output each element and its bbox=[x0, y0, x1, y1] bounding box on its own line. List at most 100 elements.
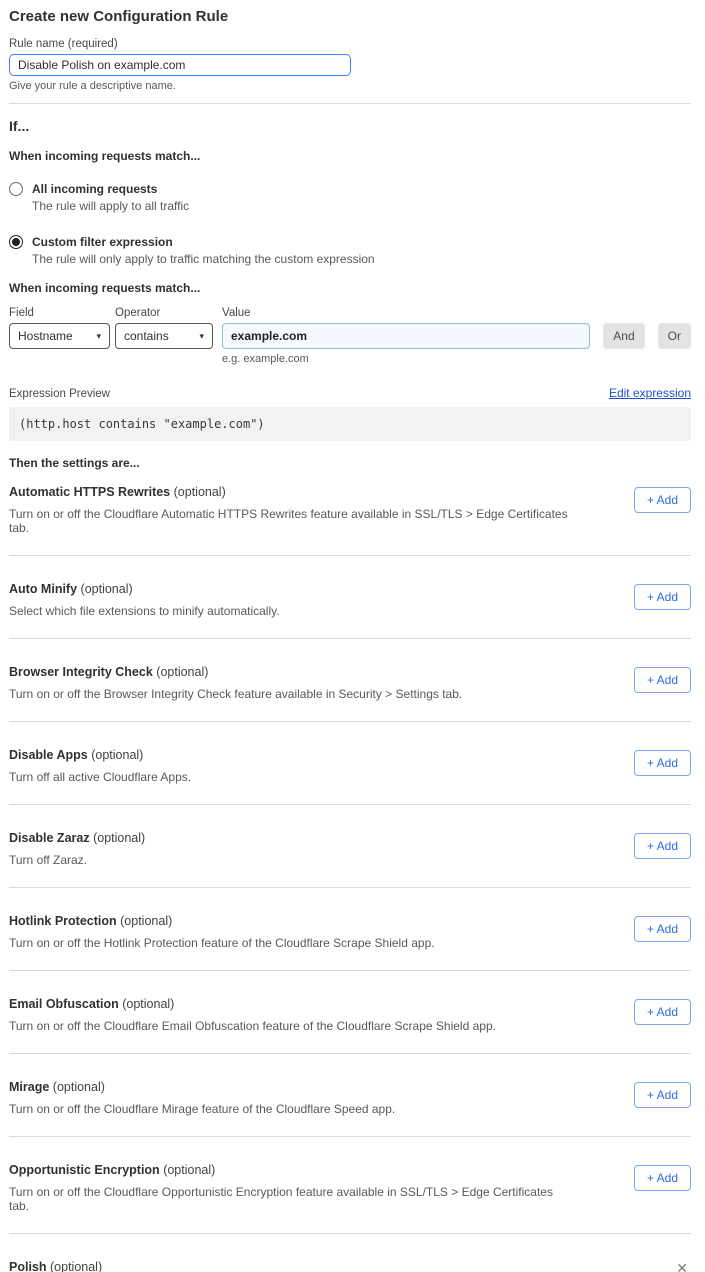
setting-title: Email Obfuscation (optional) bbox=[9, 997, 496, 1011]
setting-row: Email Obfuscation (optional) Turn on or … bbox=[9, 971, 691, 1053]
expression-preview-header: Expression Preview Edit expression bbox=[9, 386, 691, 400]
radio-option-custom-filter-expression[interactable]: Custom filter expression The rule will o… bbox=[9, 235, 691, 266]
setting-optional-label: (optional) bbox=[50, 1260, 102, 1272]
setting-optional-label: (optional) bbox=[91, 748, 143, 762]
operator-column: Operator contains ▾ bbox=[115, 307, 213, 349]
add-setting-button[interactable]: + Add bbox=[634, 667, 691, 693]
setting-description: Turn on or off the Browser Integrity Che… bbox=[9, 687, 462, 701]
setting-description: Turn off Zaraz. bbox=[9, 853, 145, 867]
chevron-down-icon: ▾ bbox=[199, 331, 204, 342]
setting-row: Opportunistic Encryption (optional) Turn… bbox=[9, 1137, 691, 1233]
add-setting-button[interactable]: + Add bbox=[634, 916, 691, 942]
and-or-buttons: And Or bbox=[603, 323, 691, 349]
create-configuration-rule-page: Create new Configuration Rule Rule name … bbox=[0, 0, 705, 1272]
add-setting-button[interactable]: + Add bbox=[634, 1165, 691, 1191]
field-label: Field bbox=[9, 307, 110, 319]
incoming-requests-match-heading: When incoming requests match... bbox=[9, 149, 691, 163]
field-select[interactable]: Hostname ▾ bbox=[9, 323, 110, 349]
radio-option-label: Custom filter expression bbox=[32, 235, 375, 249]
setting-optional-label: (optional) bbox=[163, 1163, 215, 1177]
radio-option-description: The rule will apply to all traffic bbox=[32, 199, 189, 213]
setting-description: Turn on or off the Cloudflare Mirage fea… bbox=[9, 1102, 395, 1116]
add-setting-button[interactable]: + Add bbox=[634, 584, 691, 610]
setting-info: Email Obfuscation (optional) Turn on or … bbox=[9, 997, 496, 1033]
operator-select-value: contains bbox=[124, 329, 169, 343]
setting-row: Disable Apps (optional) Turn off all act… bbox=[9, 722, 691, 804]
rule-name-input[interactable] bbox=[9, 54, 351, 76]
operator-label: Operator bbox=[115, 307, 213, 319]
if-heading: If... bbox=[9, 118, 691, 134]
setting-row: Disable Zaraz (optional) Turn off Zaraz.… bbox=[9, 805, 691, 887]
settings-list: Automatic HTTPS Rewrites (optional) Turn… bbox=[9, 470, 691, 1234]
filter-builder-row: Field Hostname ▾ Operator contains ▾ Val… bbox=[9, 307, 691, 365]
setting-row: Browser Integrity Check (optional) Turn … bbox=[9, 639, 691, 721]
setting-row: Automatic HTTPS Rewrites (optional) Turn… bbox=[9, 470, 691, 555]
value-helper: e.g. example.com bbox=[222, 353, 590, 365]
setting-name: Email Obfuscation bbox=[9, 997, 119, 1011]
setting-optional-label: (optional) bbox=[81, 582, 133, 596]
expression-preview-code: (http.host contains "example.com") bbox=[9, 407, 691, 441]
setting-title: Disable Apps (optional) bbox=[9, 748, 191, 762]
setting-row: Mirage (optional) Turn on or off the Clo… bbox=[9, 1054, 691, 1136]
setting-name: Polish bbox=[9, 1260, 47, 1272]
setting-row: Auto Minify (optional) Select which file… bbox=[9, 556, 691, 638]
then-settings-heading: Then the settings are... bbox=[9, 456, 691, 470]
setting-title: Automatic HTTPS Rewrites (optional) bbox=[9, 485, 569, 499]
setting-optional-label: (optional) bbox=[93, 831, 145, 845]
radio-option-text: Custom filter expression The rule will o… bbox=[32, 235, 375, 266]
radio-option-all-incoming-requests[interactable]: All incoming requests The rule will appl… bbox=[9, 182, 691, 213]
setting-optional-label: (optional) bbox=[122, 997, 174, 1011]
polish-header: Polish (optional) ✕ bbox=[9, 1260, 691, 1272]
add-setting-button[interactable]: + Add bbox=[634, 487, 691, 513]
setting-info: Mirage (optional) Turn on or off the Clo… bbox=[9, 1080, 395, 1116]
radio-option-label: All incoming requests bbox=[32, 182, 189, 196]
add-setting-button[interactable]: + Add bbox=[634, 1082, 691, 1108]
setting-optional-label: (optional) bbox=[53, 1080, 105, 1094]
edit-expression-link[interactable]: Edit expression bbox=[609, 386, 691, 400]
expression-preview-label: Expression Preview bbox=[9, 388, 110, 400]
filter-builder-heading: When incoming requests match... bbox=[9, 281, 691, 295]
or-button[interactable]: Or bbox=[658, 323, 691, 349]
value-input[interactable] bbox=[222, 323, 590, 349]
setting-info: Automatic HTTPS Rewrites (optional) Turn… bbox=[9, 485, 569, 535]
setting-name: Hotlink Protection bbox=[9, 914, 117, 928]
setting-name: Mirage bbox=[9, 1080, 49, 1094]
setting-title: Auto Minify (optional) bbox=[9, 582, 280, 596]
setting-name: Auto Minify bbox=[9, 582, 77, 596]
radio-option-text: All incoming requests The rule will appl… bbox=[32, 182, 189, 213]
setting-info: Disable Zaraz (optional) Turn off Zaraz. bbox=[9, 831, 145, 867]
add-setting-button[interactable]: + Add bbox=[634, 999, 691, 1025]
setting-info: Browser Integrity Check (optional) Turn … bbox=[9, 665, 462, 701]
setting-description: Turn on or off the Cloudflare Opportunis… bbox=[9, 1185, 569, 1213]
setting-name: Browser Integrity Check bbox=[9, 665, 153, 679]
setting-optional-label: (optional) bbox=[174, 485, 226, 499]
and-button[interactable]: And bbox=[603, 323, 644, 349]
setting-description: Turn on or off the Cloudflare Automatic … bbox=[9, 507, 569, 535]
setting-name: Disable Apps bbox=[9, 748, 88, 762]
setting-description: Turn off all active Cloudflare Apps. bbox=[9, 770, 191, 784]
radio-icon bbox=[9, 235, 23, 249]
setting-info: Auto Minify (optional) Select which file… bbox=[9, 582, 280, 618]
setting-title: Opportunistic Encryption (optional) bbox=[9, 1163, 569, 1177]
radio-option-description: The rule will only apply to traffic matc… bbox=[32, 252, 375, 266]
radio-icon bbox=[9, 182, 23, 196]
setting-description: Select which file extensions to minify a… bbox=[9, 604, 280, 618]
match-type-radio-group: All incoming requests The rule will appl… bbox=[9, 182, 691, 266]
operator-select[interactable]: contains ▾ bbox=[115, 323, 213, 349]
setting-row: Hotlink Protection (optional) Turn on or… bbox=[9, 888, 691, 970]
setting-info: Opportunistic Encryption (optional) Turn… bbox=[9, 1163, 569, 1213]
setting-description: Turn on or off the Cloudflare Email Obfu… bbox=[9, 1019, 496, 1033]
add-setting-button[interactable]: + Add bbox=[634, 833, 691, 859]
setting-description: Turn on or off the Hotlink Protection fe… bbox=[9, 936, 435, 950]
chevron-down-icon: ▾ bbox=[96, 331, 101, 342]
field-select-value: Hostname bbox=[18, 329, 73, 343]
setting-name: Automatic HTTPS Rewrites bbox=[9, 485, 170, 499]
setting-title: Browser Integrity Check (optional) bbox=[9, 665, 462, 679]
setting-optional-label: (optional) bbox=[120, 914, 172, 928]
setting-title: Mirage (optional) bbox=[9, 1080, 395, 1094]
close-icon[interactable]: ✕ bbox=[676, 1261, 688, 1272]
setting-name: Opportunistic Encryption bbox=[9, 1163, 160, 1177]
add-setting-button[interactable]: + Add bbox=[634, 750, 691, 776]
page-title: Create new Configuration Rule bbox=[9, 8, 691, 25]
divider bbox=[9, 103, 691, 104]
